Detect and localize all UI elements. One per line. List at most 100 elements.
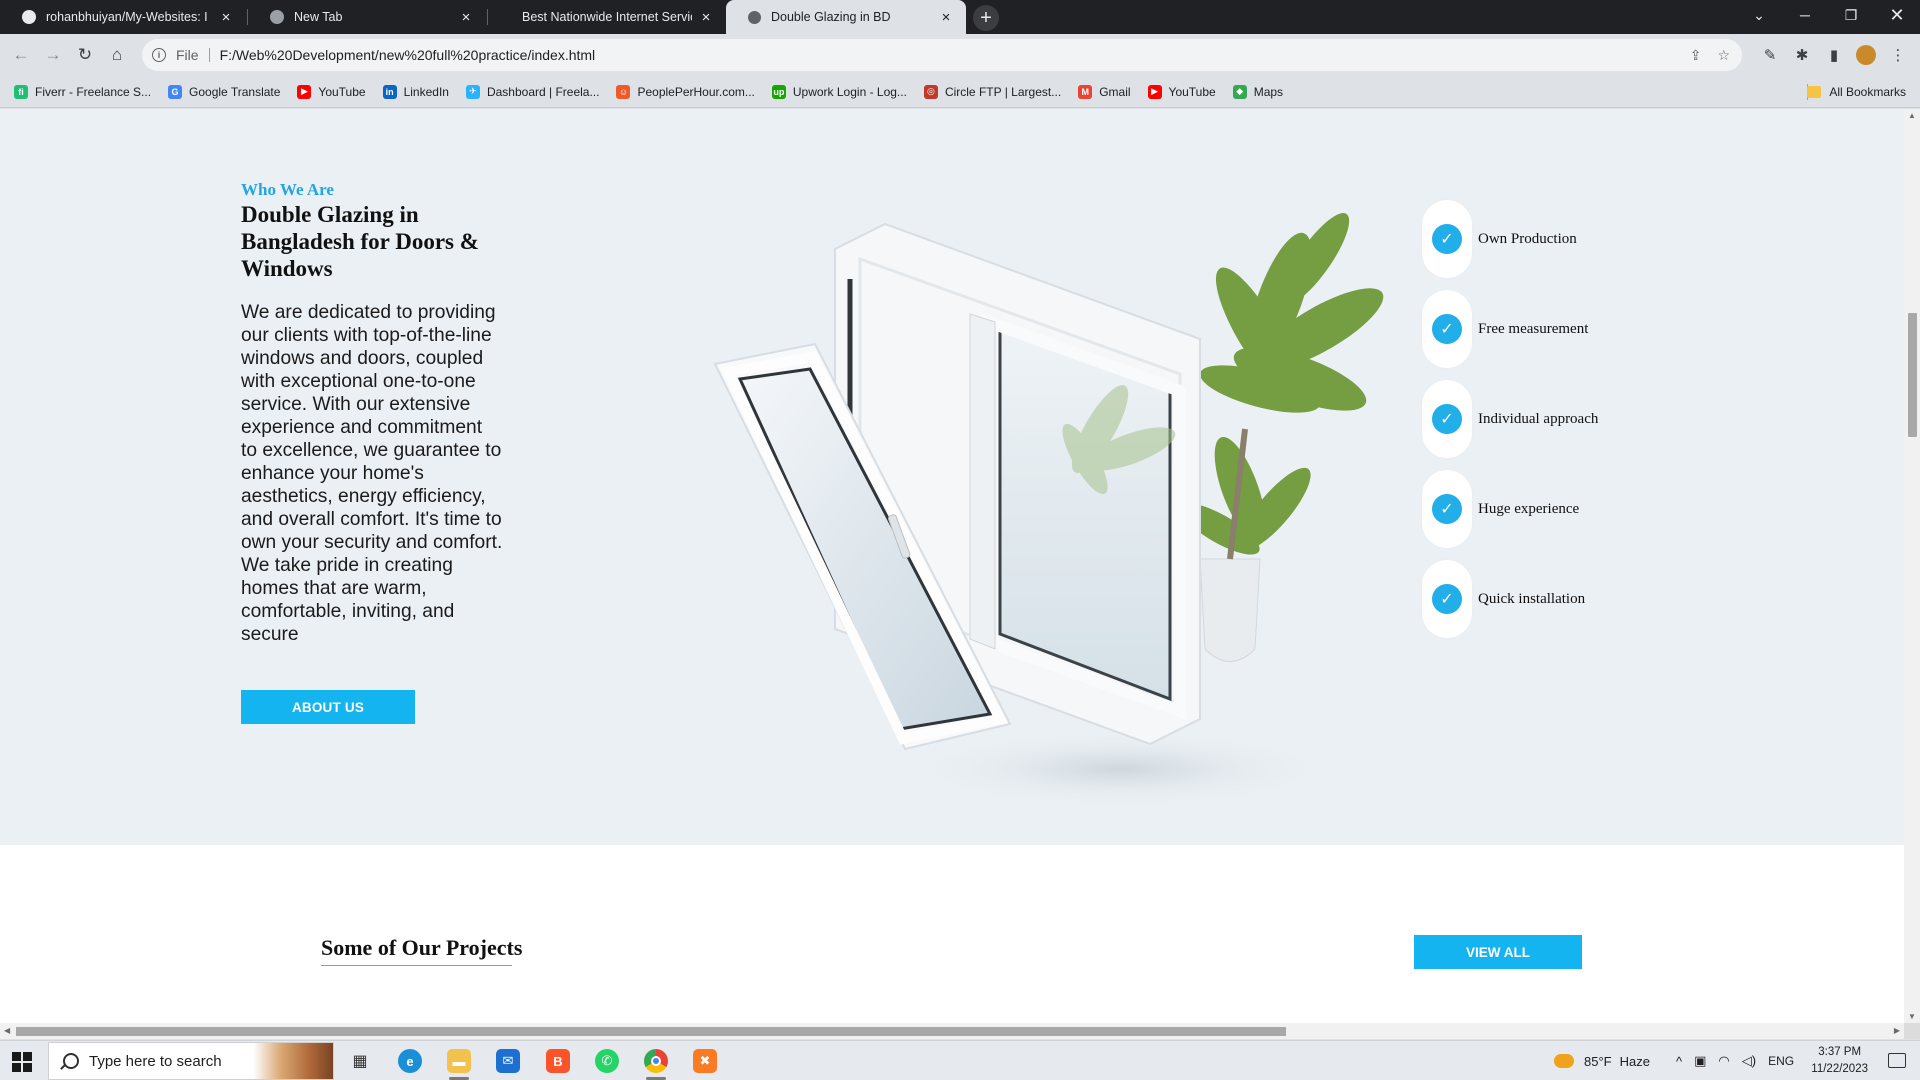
section-eyebrow: Who We Are	[241, 180, 334, 199]
projects-title: Some of Our Projects	[321, 935, 523, 960]
horizontal-scroll-thumb[interactable]	[16, 1027, 1286, 1036]
bookmarks-bar: fi Fiverr - Freelance S... G Google Transla…	[0, 76, 1920, 108]
xampp-icon[interactable]: ✖	[685, 1045, 725, 1077]
minimize-button[interactable]: ─	[1782, 0, 1828, 30]
feature-label: Own Production	[1478, 230, 1577, 247]
weather-temp: 85°F	[1584, 1053, 1612, 1069]
search-highlight-image	[253, 1043, 333, 1079]
vertical-scroll-thumb[interactable]	[1908, 313, 1917, 437]
language-indicator[interactable]: ENG	[1768, 1054, 1794, 1068]
reload-icon[interactable]: ↻	[72, 42, 98, 68]
projects-title-underline	[321, 965, 512, 966]
eyedropper-icon[interactable]: ✎	[1758, 43, 1782, 67]
whatsapp-icon[interactable]: ✆	[587, 1045, 627, 1077]
menu-icon[interactable]: ⋮	[1886, 43, 1910, 67]
tab-search-icon[interactable]: ⌄	[1736, 0, 1782, 30]
bookmark-item[interactable]: in LinkedIn	[382, 84, 449, 99]
new-tab-button[interactable]: +	[973, 5, 999, 31]
restore-button[interactable]: ❐	[1828, 0, 1874, 30]
back-icon[interactable]: ←	[8, 42, 34, 68]
checkmark-icon: ✓	[1432, 314, 1462, 344]
page-viewport: Who We Are Double Glazing in Bangladesh …	[0, 109, 1904, 1023]
about-us-button[interactable]: ABOUT US	[241, 690, 415, 724]
bookmark-item[interactable]: G Google Translate	[168, 84, 281, 99]
window-plant-illustration	[713, 213, 1384, 809]
feature-label: Free measurement	[1478, 320, 1589, 337]
tab-title: rohanbhuiyan/My-Websites: I ha	[46, 10, 212, 24]
tab-github[interactable]: rohanbhuiyan/My-Websites: I ha ×	[0, 0, 246, 34]
home-icon[interactable]: ⌂	[104, 42, 130, 68]
bookmark-item[interactable]: ☺ PeoplePerHour.com...	[616, 84, 755, 99]
bookmark-item[interactable]: ◆ Maps	[1232, 84, 1283, 99]
weather-widget[interactable]: 85°F Haze	[1554, 1041, 1650, 1080]
scroll-left-arrow-icon[interactable]: ◀	[4, 1026, 10, 1035]
url-text[interactable]: F:/Web%20Development/new%20full%20practi…	[220, 47, 596, 63]
mail-icon[interactable]: ✉	[488, 1045, 528, 1077]
checkmark-icon: ✓	[1432, 584, 1462, 614]
system-tray: ^ ▣ ◠ ◁) ENG	[1676, 1041, 1794, 1080]
tab-internet-service[interactable]: Best Nationwide Internet Servic ×	[488, 0, 726, 34]
view-all-button[interactable]: VIEW ALL	[1414, 935, 1582, 969]
bookmark-favicon-icon: ☺	[616, 84, 631, 99]
wifi-icon[interactable]: ◠	[1718, 1053, 1729, 1069]
bookmark-label: Google Translate	[189, 84, 281, 99]
feature-badge: ✓	[1422, 380, 1472, 458]
bookmark-label: Gmail	[1099, 84, 1131, 99]
camera-icon[interactable]: ▣	[1694, 1053, 1706, 1069]
bookmark-item[interactable]: M Gmail	[1078, 84, 1131, 99]
brave-icon[interactable]: B	[538, 1045, 578, 1077]
bookmark-item[interactable]: fi Fiverr - Freelance S...	[14, 84, 151, 99]
taskbar-search-box[interactable]: Type here to search	[48, 1042, 334, 1080]
share-icon[interactable]: ⇪	[1690, 47, 1702, 64]
feature-item: ✓ Own Production	[1422, 200, 1682, 278]
close-window-button[interactable]: ✕	[1874, 0, 1920, 30]
bookmark-item[interactable]: ▶ YouTube	[1147, 84, 1216, 99]
clock[interactable]: 3:37 PM 11/22/2023	[1811, 1044, 1868, 1078]
bookmark-favicon-icon: ▶	[1147, 84, 1162, 99]
side-panel-icon[interactable]: ▮	[1822, 43, 1846, 67]
browser-toolbar: ← → ↻ ⌂ i File F:/Web%20Development/new%…	[0, 34, 1920, 76]
windows-start-icon[interactable]	[12, 1052, 32, 1072]
tab-double-glazing[interactable]: Double Glazing in BD ×	[726, 0, 966, 34]
tab-new-tab[interactable]: New Tab ×	[248, 0, 486, 34]
tab-title: Double Glazing in BD	[771, 10, 891, 24]
bookmark-item[interactable]: ▶ YouTube	[297, 84, 366, 99]
extensions-icon[interactable]: ✱	[1790, 43, 1814, 67]
bookmark-favicon-icon: fi	[14, 84, 28, 99]
bookmark-label: Circle FTP | Largest...	[944, 84, 1062, 99]
all-bookmarks-button[interactable]: All Bookmarks	[1807, 76, 1906, 108]
bookmark-label: PeoplePerHour.com...	[637, 84, 755, 99]
bookmark-item[interactable]: ✈ Dashboard | Freela...	[465, 84, 599, 99]
globe-icon	[748, 10, 761, 24]
forward-icon[interactable]: →	[40, 42, 66, 68]
volume-icon[interactable]: ◁)	[1742, 1053, 1756, 1069]
feature-label: Quick installation	[1478, 590, 1586, 607]
horizontal-scrollbar[interactable]: ◀ ▶	[0, 1023, 1904, 1039]
profile-avatar[interactable]	[1854, 43, 1878, 67]
haze-icon	[1554, 1054, 1574, 1068]
scroll-right-arrow-icon[interactable]: ▶	[1894, 1026, 1900, 1035]
notifications-icon[interactable]	[1888, 1053, 1906, 1068]
file-explorer-icon[interactable]: ▬	[439, 1045, 479, 1080]
scroll-up-arrow-icon[interactable]: ▲	[1908, 111, 1916, 120]
scroll-down-arrow-icon[interactable]: ▼	[1908, 1012, 1916, 1021]
close-tab-icon[interactable]: ×	[458, 9, 474, 26]
bookmark-item[interactable]: ◎ Circle FTP | Largest...	[923, 84, 1062, 99]
windows-taskbar: Type here to search ▦ e ▬ ✉ B ✆ ✖ 85°F H…	[0, 1040, 1920, 1080]
task-view-icon[interactable]: ▦	[340, 1045, 380, 1077]
close-tab-icon[interactable]: ×	[218, 9, 234, 26]
chrome-icon[interactable]	[636, 1045, 676, 1080]
bookmark-item[interactable]: up Upwork Login - Log...	[771, 84, 907, 99]
info-icon[interactable]: i	[152, 48, 166, 62]
bookmark-star-icon[interactable]: ☆	[1717, 47, 1730, 64]
address-bar[interactable]: i File F:/Web%20Development/new%20full%2…	[142, 39, 1742, 71]
close-tab-icon[interactable]: ×	[938, 9, 954, 26]
close-tab-icon[interactable]: ×	[698, 9, 714, 26]
feature-label: Individual approach	[1478, 410, 1599, 427]
section-heading: Double Glazing in Bangladesh for Doors &…	[241, 202, 479, 281]
omnibox-actions: ⇪ ☆	[1690, 47, 1730, 64]
feature-item: ✓ Huge experience	[1422, 470, 1682, 548]
vertical-scrollbar[interactable]: ▲ ▼	[1904, 109, 1920, 1023]
edge-icon[interactable]: e	[390, 1045, 430, 1077]
show-hidden-icons-icon[interactable]: ^	[1676, 1054, 1682, 1069]
